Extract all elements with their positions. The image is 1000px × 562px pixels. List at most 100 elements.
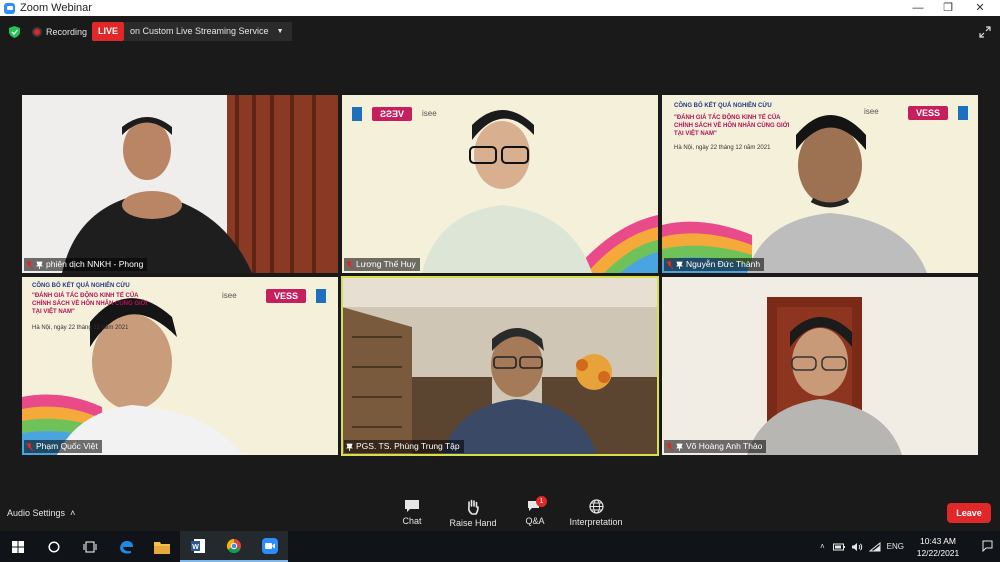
video-tile-participant-3[interactable]: CÔNG BỐ KẾT QUẢ NGHIÊN CỨU "ĐÁNH GIÁ TÁC…: [662, 95, 978, 273]
recording-label: Recording: [46, 27, 88, 37]
taskbar-edge[interactable]: [108, 531, 144, 562]
video-tile-participant-6[interactable]: Võ Hoàng Anh Thảo: [662, 277, 978, 455]
muted-mic-icon: [26, 442, 33, 451]
participant-name-tag: Lương Thế Huy: [344, 258, 420, 271]
record-dot-icon: [32, 27, 42, 37]
zoom-icon: [262, 537, 278, 554]
isee-logo: isee: [222, 291, 237, 300]
participant-name: Lương Thế Huy: [356, 259, 416, 269]
participant-name: Võ Hoàng Anh Thảo: [686, 441, 763, 451]
chevron-up-icon: ˄: [67, 508, 76, 518]
windows-logo-icon: [12, 540, 24, 553]
slide-headline: CÔNG BỐ KẾT QUẢ NGHIÊN CỨU: [674, 103, 772, 109]
stream-label: on Custom Live Streaming Service: [130, 26, 269, 36]
pin-icon: [346, 443, 353, 451]
task-view-button[interactable]: [72, 531, 108, 562]
close-button[interactable]: ✕: [966, 0, 994, 16]
participant-name-tag: Võ Hoàng Anh Thảo: [664, 440, 767, 453]
qa-button[interactable]: 1 Q&A: [522, 496, 548, 526]
slide-date: Hà Nội, ngày 22 tháng 12 năm 2021: [32, 325, 129, 331]
participant-name: PGS. TS. Phùng Trung Tập: [356, 441, 460, 451]
muted-mic-icon: [26, 260, 33, 269]
clock-time: 10:43 AM: [920, 536, 956, 546]
taskbar-clock[interactable]: 10:43 AM 12/22/2021: [910, 535, 966, 559]
search-button[interactable]: [36, 531, 72, 562]
chat-label: Chat: [402, 516, 422, 526]
video-feed-1: [22, 95, 338, 273]
pin-icon: [676, 443, 683, 451]
pin-icon: [676, 261, 683, 269]
svg-text:W: W: [192, 544, 199, 551]
meeting-control-bar: Audio Settings ˄ Chat Raise Hand 1 Q&A I…: [0, 488, 1000, 531]
muted-mic-icon: [666, 260, 673, 269]
video-feed-2: [342, 95, 658, 273]
audio-settings-button[interactable]: Audio Settings ˄: [7, 508, 75, 518]
security-shield-icon[interactable]: [9, 26, 20, 38]
qa-notification-badge: 1: [536, 496, 547, 507]
restore-button[interactable]: ❐: [934, 0, 962, 16]
system-tray: ˄ ENG: [820, 531, 904, 562]
isee-logo: isee: [422, 109, 437, 118]
leave-button[interactable]: Leave: [947, 503, 991, 523]
participant-name: Phạm Quốc Việt: [36, 441, 98, 451]
recording-indicator[interactable]: Recording: [32, 24, 87, 40]
input-language[interactable]: ENG: [887, 542, 904, 551]
taskbar-file-explorer[interactable]: [144, 531, 180, 562]
video-feed-6: [662, 277, 978, 455]
chevron-down-icon: ▼: [276, 28, 284, 35]
action-center-icon[interactable]: [982, 540, 993, 552]
video-tile-participant-4[interactable]: CÔNG BỐ KẾT QUẢ NGHIÊN CỨU "ĐÁNH GIÁ TÁC…: [22, 277, 338, 455]
slide-subtitle-line-1: "ĐÁNH GIÁ TÁC ĐỘNG KINH TẾ CỦA: [32, 293, 139, 299]
slide-subtitle-line-3: TẠI VIỆT NAM": [32, 309, 75, 315]
cortana-circle-icon: [48, 540, 60, 553]
battery-icon[interactable]: [832, 542, 845, 552]
edge-browser-icon: [120, 540, 133, 553]
webinar-main-area: Recording LIVE on Custom Live Streaming …: [0, 16, 1000, 531]
slide-subtitle-line-1: "ĐÁNH GIÁ TÁC ĐỘNG KINH TẾ CỦA: [674, 115, 781, 121]
start-button[interactable]: [0, 531, 36, 562]
participant-name-tag: PGS. TS. Phùng Trung Tập: [344, 440, 464, 453]
zoom-app-icon: [4, 2, 15, 14]
interpretation-label: Interpretation: [569, 517, 623, 527]
chevron-up-icon[interactable]: ˄: [820, 542, 825, 551]
minimize-button[interactable]: —: [904, 0, 932, 16]
muted-mic-icon: [346, 260, 353, 269]
chat-button[interactable]: Chat: [398, 499, 426, 526]
slide-subtitle-line-2: CHÍNH SÁCH VỀ HÔN NHÂN CÙNG GIỚI: [674, 123, 790, 129]
clock-date: 12/22/2021: [916, 548, 960, 558]
isee-logo: isee: [864, 107, 879, 116]
taskbar-word[interactable]: W: [180, 531, 216, 562]
participant-name: Nguyễn Đức Thành: [686, 259, 761, 269]
participant-name-tag: Phạm Quốc Việt: [24, 440, 102, 453]
live-stream-dropdown[interactable]: on Custom Live Streaming Service ▼: [124, 22, 292, 41]
window-title: Zoom Webinar: [20, 2, 92, 14]
undp-logo: [352, 107, 362, 121]
vess-logo: VESS: [372, 107, 412, 121]
undp-logo: [316, 289, 326, 303]
wifi-icon[interactable]: [868, 541, 881, 552]
raise-hand-icon: [468, 499, 479, 515]
video-feed-5: [342, 277, 658, 455]
fullscreen-icon[interactable]: [979, 26, 991, 38]
taskbar-chrome[interactable]: [216, 531, 252, 562]
globe-icon: [588, 499, 604, 514]
vess-logo: VESS: [908, 106, 948, 120]
slide-subtitle-line-3: TẠI VIỆT NAM": [674, 131, 717, 137]
audio-settings-label: Audio Settings: [7, 508, 66, 518]
raise-hand-button[interactable]: Raise Hand: [449, 499, 497, 528]
folder-icon: [154, 541, 170, 554]
interpretation-button[interactable]: Interpretation: [567, 499, 625, 527]
chat-icon: [405, 500, 419, 512]
slide-subtitle-line-2: CHÍNH SÁCH VỀ HÔN NHÂN CÙNG GIỚI: [32, 301, 148, 307]
volume-icon[interactable]: [851, 542, 863, 552]
word-icon: W: [191, 538, 205, 553]
video-tile-participant-1[interactable]: phiên dịch NNKH - Phong: [22, 95, 338, 273]
task-view-icon: [83, 541, 97, 552]
taskbar-zoom[interactable]: [252, 531, 288, 562]
video-tile-participant-2[interactable]: VESS isee Lương Thế Huy: [342, 95, 658, 273]
meeting-topbar: Recording LIVE on Custom Live Streaming …: [0, 22, 1000, 42]
video-tile-active-speaker[interactable]: PGS. TS. Phùng Trung Tập: [341, 276, 659, 456]
raise-hand-label: Raise Hand: [449, 518, 497, 528]
participant-name-tag: Nguyễn Đức Thành: [664, 258, 765, 271]
muted-mic-icon: [666, 442, 673, 451]
